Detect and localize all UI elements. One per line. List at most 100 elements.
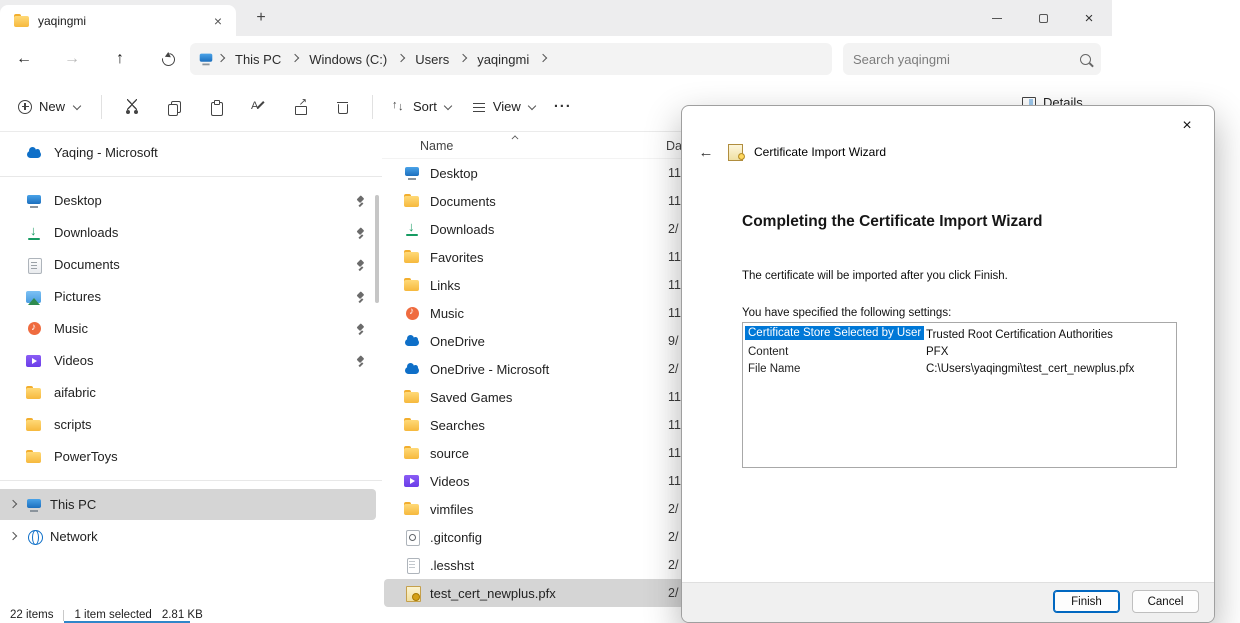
pin-icon bbox=[354, 258, 366, 272]
search-input[interactable] bbox=[853, 52, 1080, 67]
settings-list: Certificate Store Selected by User Trust… bbox=[742, 322, 1177, 468]
selection-size: 2.81 KB bbox=[162, 609, 203, 621]
finish-button[interactable]: Finish bbox=[1053, 590, 1120, 613]
sidebar-item-downloads[interactable]: Downloads bbox=[0, 217, 376, 248]
file-date: 2/ bbox=[668, 222, 678, 236]
file-date: 11 bbox=[668, 418, 681, 432]
more-options-button[interactable] bbox=[546, 91, 580, 123]
rename-button[interactable] bbox=[237, 89, 279, 125]
file-name: OneDrive - Microsoft bbox=[430, 362, 549, 377]
desktop-icon bbox=[26, 193, 42, 209]
file-date: 2/ bbox=[668, 586, 678, 600]
sidebar-item-pictures[interactable]: Pictures bbox=[0, 281, 376, 312]
new-button[interactable]: New bbox=[8, 92, 92, 121]
view-button[interactable]: View bbox=[462, 92, 546, 122]
setting-value: Trusted Root Certification Authorities bbox=[922, 329, 1113, 341]
close-button[interactable] bbox=[1066, 0, 1112, 36]
file-name: Links bbox=[430, 278, 460, 293]
cloud-icon bbox=[26, 145, 42, 161]
tab-bar: yaqingmi bbox=[0, 0, 1112, 36]
column-header-name[interactable]: Name bbox=[420, 139, 453, 153]
breadcrumb-this-pc[interactable]: This PC bbox=[228, 49, 288, 70]
share-button[interactable] bbox=[279, 89, 321, 125]
refresh-button[interactable] bbox=[152, 43, 184, 75]
wizard-heading: Completing the Certificate Import Wizard bbox=[742, 213, 1042, 231]
chevron-down-icon bbox=[72, 102, 82, 112]
settings-row-store[interactable]: Certificate Store Selected by User Trust… bbox=[745, 326, 1174, 343]
chevron-right-icon[interactable] bbox=[8, 532, 18, 542]
sidebar-item-documents[interactable]: Documents bbox=[0, 249, 376, 280]
navigation-bar: This PC Windows (C:) Users yaqingmi bbox=[0, 36, 1112, 82]
back-button[interactable] bbox=[8, 43, 40, 75]
setting-key: Content bbox=[745, 345, 791, 359]
minimize-button[interactable] bbox=[974, 0, 1020, 36]
certificate-icon bbox=[404, 585, 420, 601]
forward-button[interactable] bbox=[56, 43, 88, 75]
breadcrumb-yaqingmi[interactable]: yaqingmi bbox=[470, 49, 536, 70]
search-box[interactable] bbox=[843, 43, 1101, 75]
sidebar-item-label: Downloads bbox=[54, 225, 342, 240]
sort-button[interactable]: Sort bbox=[382, 92, 462, 122]
sidebar-scrollbar[interactable] bbox=[375, 195, 379, 303]
sort-ascending-icon bbox=[511, 134, 519, 142]
pin-icon bbox=[354, 194, 366, 208]
explorer-tab[interactable]: yaqingmi bbox=[0, 5, 236, 36]
dialog-back-icon[interactable] bbox=[694, 142, 718, 162]
file-name: OneDrive bbox=[430, 334, 485, 349]
file-name: Music bbox=[430, 306, 464, 321]
dialog-close-icon[interactable] bbox=[1168, 112, 1206, 140]
sidebar-item-this-pc[interactable]: This PC bbox=[0, 489, 376, 520]
file-date: 11 bbox=[668, 390, 681, 404]
column-header-date[interactable]: Da bbox=[666, 139, 682, 153]
up-button[interactable] bbox=[104, 43, 136, 75]
chevron-right-icon[interactable] bbox=[8, 500, 18, 510]
file-date: 9/ bbox=[668, 334, 678, 348]
sidebar-item-label: Documents bbox=[54, 257, 342, 272]
sidebar-item-scripts[interactable]: scripts bbox=[0, 409, 376, 440]
videos-icon bbox=[26, 353, 42, 369]
sidebar-item-desktop[interactable]: Desktop bbox=[0, 185, 376, 216]
maximize-button[interactable] bbox=[1020, 0, 1066, 36]
file-name: Videos bbox=[430, 474, 470, 489]
tab-close-icon[interactable] bbox=[208, 11, 228, 31]
wizard-intro-text: The certificate will be imported after y… bbox=[742, 270, 1008, 282]
network-icon bbox=[26, 529, 42, 545]
chevron-down-icon bbox=[443, 102, 453, 112]
sidebar-item-videos[interactable]: Videos bbox=[0, 345, 376, 376]
delete-button[interactable] bbox=[321, 89, 363, 125]
sidebar-item-label: This PC bbox=[50, 497, 366, 512]
breadcrumb-users[interactable]: Users bbox=[408, 49, 456, 70]
cut-icon bbox=[124, 99, 140, 115]
settings-row-content[interactable]: Content PFX bbox=[745, 343, 1174, 360]
certificate-import-wizard-dialog: Certificate Import Wizard Completing the… bbox=[681, 105, 1215, 623]
sidebar-item-network[interactable]: Network bbox=[0, 521, 376, 552]
music-icon bbox=[404, 305, 420, 321]
sidebar-item-music[interactable]: Music bbox=[0, 313, 376, 344]
folder-icon bbox=[404, 501, 420, 517]
new-tab-button[interactable] bbox=[248, 6, 274, 30]
file-date: 2/ bbox=[668, 558, 678, 572]
pin-icon bbox=[354, 226, 366, 240]
file-name: Searches bbox=[430, 418, 485, 433]
setting-key-wrap: Certificate Store Selected by User bbox=[745, 326, 922, 343]
cut-button[interactable] bbox=[111, 89, 153, 125]
paste-button[interactable] bbox=[195, 89, 237, 125]
cancel-button[interactable]: Cancel bbox=[1132, 590, 1199, 613]
sidebar-item-aifabric[interactable]: aifabric bbox=[0, 377, 376, 408]
sidebar-item-onedrive[interactable]: Yaqing - Microsoft bbox=[0, 137, 376, 168]
copy-button[interactable] bbox=[153, 89, 195, 125]
file-date: 2/ bbox=[668, 362, 678, 376]
folder-icon bbox=[404, 249, 420, 265]
sort-icon bbox=[391, 99, 407, 115]
file-icon bbox=[404, 557, 420, 573]
item-count: 22 items bbox=[10, 609, 53, 621]
sidebar-divider bbox=[0, 176, 382, 177]
folder-icon bbox=[14, 13, 30, 29]
breadcrumb-windows-c[interactable]: Windows (C:) bbox=[302, 49, 394, 70]
file-date: 2/ bbox=[668, 502, 678, 516]
sidebar-item-powertoys[interactable]: PowerToys bbox=[0, 441, 376, 472]
rename-icon bbox=[250, 99, 266, 115]
music-icon bbox=[26, 321, 42, 337]
settings-row-file-name[interactable]: File Name C:\Users\yaqingmi\test_cert_ne… bbox=[745, 360, 1174, 377]
desktop-icon bbox=[404, 165, 420, 181]
